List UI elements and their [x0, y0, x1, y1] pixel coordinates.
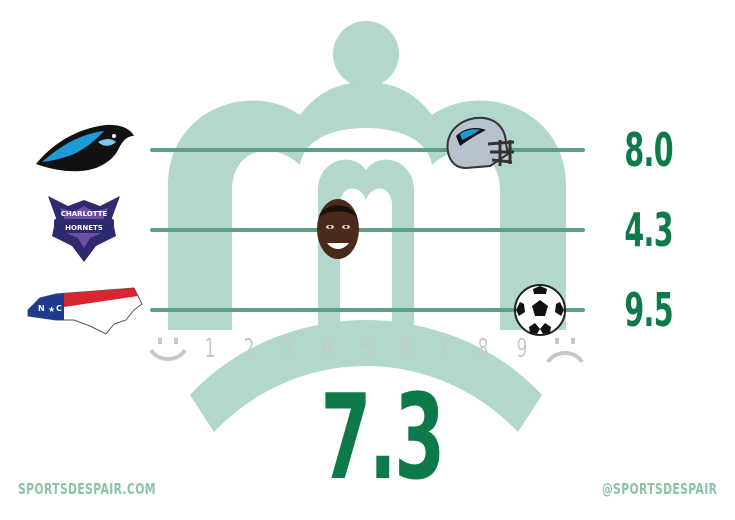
svg-text:N: N [38, 304, 45, 313]
hornets-score: 4.3 [624, 203, 673, 257]
scale-number-4: 4 [321, 334, 333, 364]
scale-number-1: 1 [204, 334, 216, 364]
scale-number-8: 8 [477, 334, 489, 364]
svg-text:C: C [56, 304, 62, 313]
soccer-ball-icon [514, 284, 566, 336]
scale-number-6: 6 [399, 334, 411, 364]
rating-track-hornets [150, 228, 585, 232]
north-carolina-flag-map: N ★ C [27, 287, 143, 335]
scale-number-5: 5 [360, 334, 372, 364]
twitter-handle[interactable]: @SPORTSDESPAIR [602, 482, 717, 497]
happy-face-icon [149, 338, 187, 361]
player-face-icon [317, 199, 359, 259]
panthers-score: 8.0 [624, 123, 673, 177]
svg-text:★: ★ [48, 305, 55, 314]
scale-number-3: 3 [282, 334, 294, 364]
carolina-panthers-logo [36, 124, 134, 172]
scale-number-2: 2 [243, 334, 255, 364]
football-helmet-icon [446, 116, 515, 170]
north-carolina-score: 9.5 [624, 283, 673, 337]
sad-face-icon [546, 338, 584, 364]
hornets-logo-text: HORNETS [65, 224, 103, 232]
hornets-logo-subtext: CHARLOTTE [61, 210, 108, 218]
scale-number-9: 9 [516, 334, 528, 364]
rating-track-panthers [150, 148, 585, 152]
overall-score: 7.3 [320, 368, 446, 506]
charlotte-hornets-logo: CHARLOTTE HORNETS [48, 196, 120, 262]
scale-number-7: 7 [438, 334, 450, 364]
website-link[interactable]: SPORTSDESPAIR.COM [18, 482, 156, 497]
